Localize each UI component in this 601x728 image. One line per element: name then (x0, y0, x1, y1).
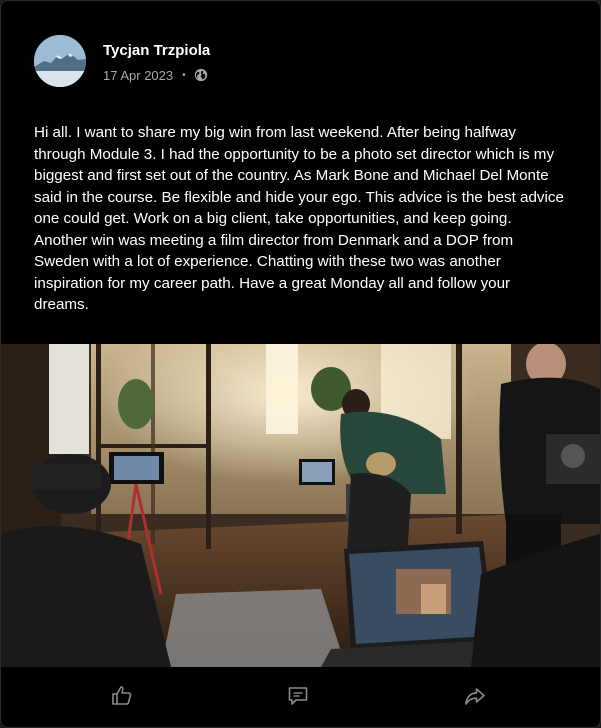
post-body: Hi all. I want to share my big win from … (34, 124, 564, 313)
comment-button[interactable] (283, 683, 313, 709)
meta-separator: • (182, 69, 186, 81)
post-card: Tycjan Trzpiola 17 Apr 2023 • Hi all. I … (0, 0, 601, 728)
author-name[interactable]: Tycjan Trzpiola (103, 42, 210, 59)
post-date[interactable]: 17 Apr 2023 (103, 68, 173, 83)
thumbs-up-icon (112, 686, 132, 705)
globe-icon (194, 68, 208, 82)
post-photo[interactable] (1, 344, 600, 667)
like-button[interactable] (107, 683, 137, 709)
avatar[interactable] (34, 35, 86, 87)
comment-icon (288, 687, 308, 705)
share-button[interactable] (460, 683, 490, 709)
avatar-mountain-image (34, 35, 86, 87)
post-meta: 17 Apr 2023 • (103, 67, 208, 83)
share-arrow-icon (465, 688, 485, 705)
